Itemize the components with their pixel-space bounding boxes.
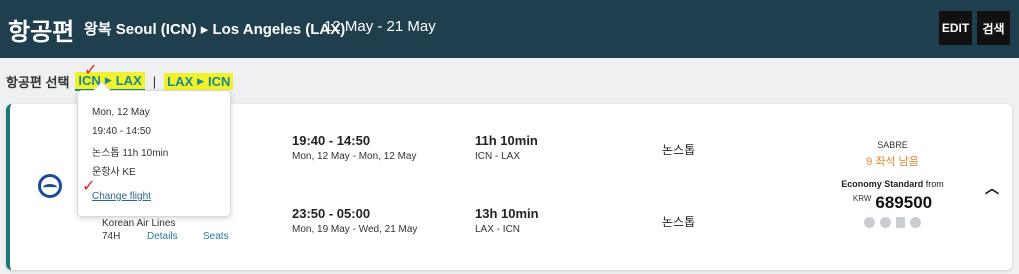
checkmark-annotation-icon: ✓: [82, 178, 96, 195]
page-title: 항공편: [8, 19, 75, 46]
chevron-up-icon[interactable]: ︿: [985, 178, 999, 198]
currency: KRW: [852, 194, 872, 203]
price-amount: 689500: [875, 193, 933, 212]
fare-source: SABRE: [877, 140, 908, 150]
popover-date: Mon, 12 May: [92, 107, 150, 118]
segment-from: LAX: [167, 74, 194, 89]
cabin-name: Economy Standard: [841, 179, 924, 189]
leg-dates: Mon, 12 May - Mon, 12 May: [292, 151, 417, 162]
bookmark-icon: [896, 217, 905, 228]
checkmark-annotation-icon: ✓: [84, 62, 98, 79]
flight-number: 74H: [102, 231, 121, 242]
segment-to: LAX: [115, 73, 142, 88]
segment-to: ICN: [208, 74, 231, 89]
leg-stops: 논스톱: [662, 215, 696, 229]
cabin-class: Economy Standard from: [830, 179, 955, 189]
fare-panel: SABRE 9 좌석 남음 Economy Standard from KRW …: [830, 140, 955, 228]
leg-stops: 논스톱: [662, 143, 696, 157]
change-flight-link[interactable]: Change flight: [92, 191, 151, 202]
route-summary: 왕복 Seoul (ICN) ▸ Los Angeles (LAX): [84, 21, 346, 38]
seats-left-badge: 9 좌석 남음: [866, 156, 919, 168]
leg-times: 23:50 - 05:00: [292, 206, 371, 221]
flight-selector: 항공편 선택 ICN ▶ LAX | LAX ▶ ICN: [6, 72, 234, 91]
leg-route: ICN - LAX: [475, 151, 521, 162]
arrow-right-icon: ▶: [197, 76, 205, 86]
leg-times: 19:40 - 14:50: [292, 133, 371, 148]
edit-button[interactable]: EDIT: [939, 11, 972, 45]
cabin-suffix: from: [925, 179, 944, 189]
date-range: 12 May - 21 May: [324, 18, 436, 35]
circle-icon: [880, 217, 891, 228]
segment-tab-return[interactable]: LAX ▶ ICN: [164, 73, 234, 90]
leg-route: LAX - ICN: [475, 224, 521, 235]
seats-link[interactable]: Seats: [203, 231, 229, 242]
arrow-right-icon: ▶: [104, 75, 112, 85]
airline-logo-icon: [38, 174, 62, 198]
fare-price[interactable]: KRW 689500: [830, 193, 955, 213]
fare-feature-icons: [830, 217, 955, 228]
flight-detail-popover: Mon, 12 May 19:40 - 14:50 논스톱 11h 10min …: [77, 81, 231, 217]
leg-duration: 13h 10min: [475, 206, 539, 221]
selector-label: 항공편 선택: [6, 75, 70, 90]
tag-icon: [910, 217, 921, 228]
gear-icon: [864, 217, 875, 228]
leg-duration: 11h 10min: [475, 133, 538, 148]
segment-separator: |: [152, 74, 157, 89]
popover-stops: 논스톱 11h 10min: [92, 148, 169, 159]
popover-time: 19:40 - 14:50: [92, 126, 151, 137]
top-bar: 항공편 왕복 Seoul (ICN) ▸ Los Angeles (LAX) 1…: [0, 0, 1019, 58]
search-button[interactable]: 검색: [977, 11, 1010, 45]
details-link[interactable]: Details: [147, 231, 178, 242]
airline-name: Korean Air Lines: [102, 218, 176, 229]
popover-operator: 운항사 KE: [92, 167, 136, 178]
leg-dates: Mon, 19 May - Wed, 21 May: [292, 224, 418, 235]
